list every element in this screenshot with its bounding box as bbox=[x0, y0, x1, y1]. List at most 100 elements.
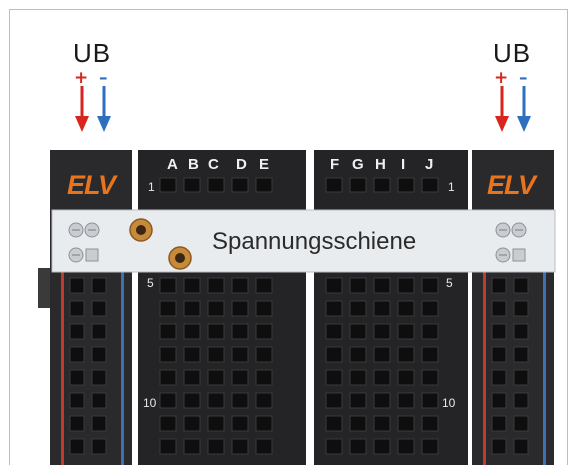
terminal-hole bbox=[183, 346, 201, 363]
terminal-hole bbox=[255, 346, 273, 363]
left-elv-logo: ELV bbox=[67, 170, 116, 200]
terminal-hole bbox=[349, 277, 367, 294]
rail-hole bbox=[491, 323, 507, 340]
terminal-hole bbox=[231, 323, 249, 340]
right-minus-arrow-head bbox=[517, 116, 531, 132]
terminal-hole bbox=[373, 438, 391, 455]
rail-hole bbox=[69, 300, 85, 317]
terminal-hole bbox=[421, 392, 439, 409]
terminal-hole bbox=[373, 346, 391, 363]
rail-hole bbox=[491, 438, 507, 455]
brass-socket-lower-hole bbox=[175, 253, 185, 263]
terminal-hole bbox=[373, 392, 391, 409]
rail-hole bbox=[69, 415, 85, 432]
terminal-hole bbox=[421, 369, 439, 386]
rail-hole bbox=[491, 392, 507, 409]
left-mount-tab bbox=[38, 268, 52, 308]
terminal-hole bbox=[159, 177, 177, 193]
terminal-hole bbox=[231, 415, 249, 432]
terminal-hole bbox=[421, 438, 439, 455]
terminal-hole bbox=[255, 392, 273, 409]
terminal-hole bbox=[349, 438, 367, 455]
terminal-hole bbox=[397, 415, 415, 432]
rail-hole bbox=[513, 392, 529, 409]
rail-hole bbox=[69, 369, 85, 386]
terminal-hole bbox=[373, 177, 391, 193]
terminal-hole bbox=[397, 300, 415, 317]
terminal-hole bbox=[255, 415, 273, 432]
rail-hole bbox=[513, 346, 529, 363]
terminal-hole bbox=[183, 323, 201, 340]
row-number-5-left: 5 bbox=[147, 276, 154, 290]
terminal-hole bbox=[421, 177, 439, 193]
terminal-hole bbox=[349, 346, 367, 363]
rail-hole bbox=[91, 392, 107, 409]
terminal-hole bbox=[325, 392, 343, 409]
terminal-hole bbox=[421, 346, 439, 363]
terminal-hole bbox=[255, 438, 273, 455]
terminal-hole bbox=[231, 392, 249, 409]
rail-hole bbox=[91, 346, 107, 363]
terminal-hole bbox=[207, 300, 225, 317]
left-plus-arrow-head bbox=[75, 116, 89, 132]
left-minus-arrow-head bbox=[97, 116, 111, 132]
terminal-hole bbox=[349, 369, 367, 386]
rail-hole bbox=[491, 346, 507, 363]
rail-hole bbox=[513, 323, 529, 340]
terminal-hole bbox=[397, 346, 415, 363]
terminal-hole bbox=[159, 277, 177, 294]
terminal-hole bbox=[397, 177, 415, 193]
rail-hole bbox=[491, 277, 507, 294]
terminal-hole bbox=[255, 177, 273, 193]
terminal-hole bbox=[325, 277, 343, 294]
col-label-j: J bbox=[425, 156, 434, 173]
right-plus-arrow-head bbox=[495, 116, 509, 132]
terminal-hole bbox=[397, 323, 415, 340]
terminal-hole bbox=[159, 300, 177, 317]
terminal-hole bbox=[159, 438, 177, 455]
terminal-hole bbox=[349, 323, 367, 340]
right-elv-logo: ELV bbox=[487, 170, 536, 200]
terminal-hole bbox=[421, 415, 439, 432]
row-number-10-left: 10 bbox=[143, 396, 157, 410]
terminal-hole bbox=[349, 177, 367, 193]
terminal-hole bbox=[207, 369, 225, 386]
right-bar-square-screw bbox=[512, 248, 526, 262]
col-label-c: C bbox=[208, 156, 219, 173]
rail-hole bbox=[91, 438, 107, 455]
terminal-hole bbox=[397, 438, 415, 455]
terminal-hole bbox=[207, 415, 225, 432]
brass-socket-upper-hole bbox=[136, 225, 146, 235]
row-number-10-right: 10 bbox=[442, 396, 456, 410]
terminal-hole bbox=[325, 346, 343, 363]
terminal-hole bbox=[373, 323, 391, 340]
terminal-hole bbox=[397, 277, 415, 294]
col-label-b: B bbox=[188, 156, 199, 173]
terminal-hole bbox=[373, 300, 391, 317]
terminal-hole bbox=[231, 277, 249, 294]
col-label-d: D bbox=[236, 156, 247, 173]
col-label-i: I bbox=[401, 156, 406, 173]
row-number-5-right: 5 bbox=[446, 276, 453, 290]
right-minus-sign: – bbox=[519, 68, 528, 88]
rail-hole bbox=[513, 300, 529, 317]
rail-hole bbox=[91, 323, 107, 340]
rail-hole bbox=[491, 300, 507, 317]
terminal-hole bbox=[397, 392, 415, 409]
terminal-hole bbox=[349, 415, 367, 432]
terminal-hole bbox=[183, 300, 201, 317]
rail-hole bbox=[69, 277, 85, 294]
terminal-hole bbox=[421, 300, 439, 317]
left-ub-label: UB bbox=[73, 38, 112, 68]
terminal-hole bbox=[183, 277, 201, 294]
terminal-hole bbox=[373, 277, 391, 294]
terminal-hole bbox=[159, 369, 177, 386]
terminal-hole bbox=[207, 323, 225, 340]
right-rail-red-stripe bbox=[483, 270, 486, 465]
terminal-hole bbox=[183, 392, 201, 409]
col-label-h: H bbox=[375, 156, 386, 173]
col-label-f: F bbox=[330, 156, 340, 173]
rail-hole bbox=[513, 438, 529, 455]
terminal-hole bbox=[349, 300, 367, 317]
terminal-hole bbox=[255, 277, 273, 294]
